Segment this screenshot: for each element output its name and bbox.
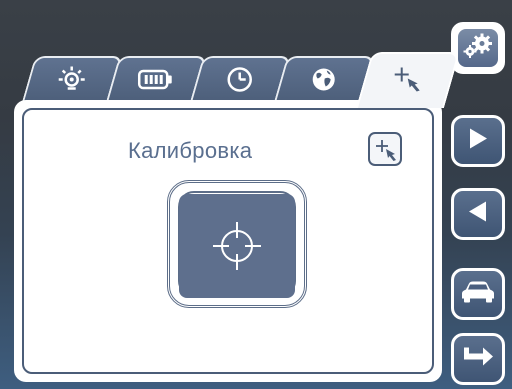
next-button[interactable]: [451, 115, 505, 167]
calibration-mode-button[interactable]: [368, 132, 402, 166]
prev-button[interactable]: [451, 188, 505, 240]
calibration-panel: Калибровка: [14, 100, 442, 382]
settings-gear-inner: [458, 29, 498, 67]
car-icon: [461, 280, 495, 309]
gears-icon: [460, 31, 496, 66]
brightness-icon: [55, 65, 89, 100]
exit-arrow-icon: [461, 344, 495, 375]
page-title: Калибровка: [128, 138, 253, 163]
crosshair-icon: [213, 222, 261, 270]
panel-border: Калибровка: [22, 108, 434, 374]
calibration-touch-icon: [373, 137, 399, 168]
globe-icon: [310, 66, 338, 99]
calibration-touch-icon: [391, 64, 425, 99]
exit-button[interactable]: [451, 333, 505, 385]
clock-icon: [226, 66, 254, 99]
battery-icon: [137, 69, 174, 96]
settings-gear-button[interactable]: [451, 22, 505, 74]
play-prev-icon: [467, 200, 489, 229]
tab-calibration[interactable]: [355, 52, 461, 108]
calibration-target-button[interactable]: [179, 194, 295, 298]
vehicle-button[interactable]: [451, 268, 505, 320]
settings-screen: Калибровка: [0, 0, 512, 389]
play-next-icon: [467, 127, 489, 156]
